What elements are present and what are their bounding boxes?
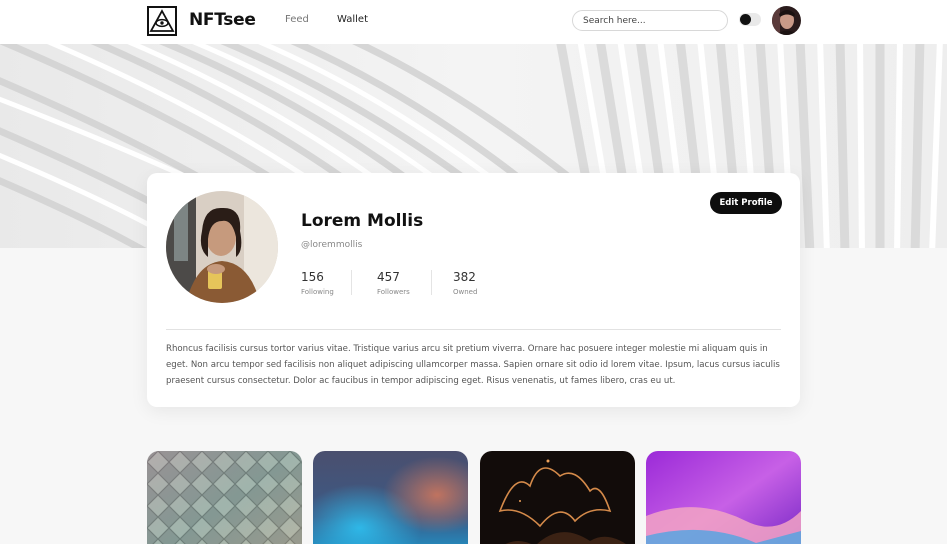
nft-card-gradient[interactable] (646, 451, 801, 544)
profile-photo (166, 191, 278, 303)
edit-profile-button[interactable]: Edit Profile (710, 192, 782, 214)
search-input[interactable] (572, 10, 728, 31)
profile-name: Lorem Mollis (301, 211, 424, 231)
stat-value: 457 (377, 270, 400, 284)
stat-following[interactable]: 156 Following (301, 270, 334, 296)
eye-pyramid-icon[interactable] (147, 6, 177, 36)
profile-handle: @loremmollis (301, 240, 363, 250)
stat-label: Followers (377, 288, 410, 296)
nft-card-blur[interactable] (313, 451, 468, 544)
stat-value: 156 (301, 270, 324, 284)
nft-card-fire[interactable] (480, 451, 635, 544)
stat-owned[interactable]: 382 Owned (453, 270, 477, 296)
nft-card-scales[interactable] (147, 451, 302, 544)
profile-card: Lorem Mollis @loremmollis 156 Following … (147, 173, 800, 407)
top-nav-bar: NFTsee Feed Wallet (0, 0, 947, 44)
nav-feed-link[interactable]: Feed (285, 14, 309, 25)
stat-divider (351, 270, 352, 295)
dark-mode-toggle[interactable] (739, 13, 761, 26)
divider (166, 329, 781, 330)
profile-bio: Rhoncus facilisis cursus tortor varius v… (166, 344, 780, 386)
nav-wallet-link[interactable]: Wallet (337, 14, 368, 25)
brand-name[interactable]: NFTsee (189, 10, 256, 30)
stat-followers[interactable]: 457 Followers (377, 270, 410, 296)
stat-label: Owned (453, 288, 478, 296)
stat-label: Following (301, 288, 334, 296)
user-avatar[interactable] (772, 6, 801, 35)
stat-value: 382 (453, 270, 476, 284)
toggle-knob (740, 14, 751, 25)
stat-divider (431, 270, 432, 295)
